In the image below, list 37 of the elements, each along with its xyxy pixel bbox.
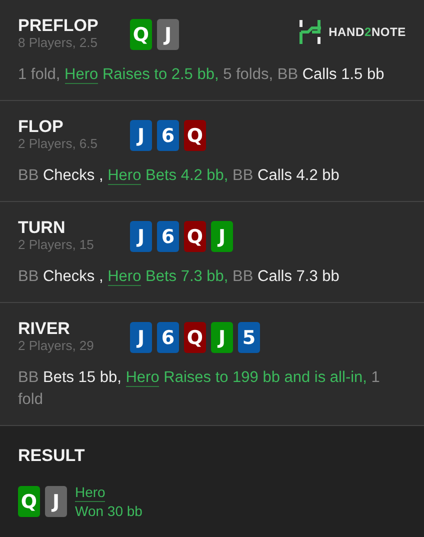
street-subtitle: 2 Players, 6.5 (18, 136, 98, 151)
playing-card: 6 (157, 221, 179, 252)
playing-card: J (130, 120, 152, 151)
playing-card: Q (130, 19, 152, 50)
playing-card: Q (184, 322, 206, 353)
playing-card: J (211, 322, 233, 353)
playing-card: J (130, 322, 152, 353)
player-link[interactable]: Hero (108, 167, 142, 185)
playing-card: 6 (157, 120, 179, 151)
playing-card: 6 (157, 322, 179, 353)
street-title: RIVER (18, 319, 71, 338)
section-title: RESULT (18, 446, 86, 465)
street-subtitle: 8 Players, 2.5 (18, 35, 98, 50)
logo-text: HAND2NOTE (328, 25, 406, 39)
player-link[interactable]: Hero (126, 369, 160, 387)
action-line: BB Checks , Hero Bets 7.3 bb, BB Calls 7.3 bb (18, 267, 340, 288)
action-line: BB Checks , Hero Bets 4.2 bb, BB Calls 4.2 bb (18, 166, 340, 187)
street-subtitle: 2 Players, 15 (18, 237, 95, 252)
player-link[interactable]: Hero (108, 268, 142, 286)
playing-card: J (130, 221, 152, 252)
street-title: TURN (18, 218, 66, 237)
street-title: PREFLOP (18, 16, 100, 35)
playing-card: Q (184, 221, 206, 252)
playing-card: Q (18, 486, 40, 517)
action-line: BB Bets 15 bb, Hero Raises to 199 bb and is all-in, 1 fold (18, 368, 381, 410)
player-link[interactable]: Hero (64, 66, 98, 84)
playing-card: J (157, 19, 179, 50)
player-link[interactable]: Hero (75, 483, 106, 502)
playing-card: Q (184, 120, 206, 151)
action-line: 1 fold, Hero Raises to 2.5 bb, 5 folds, BB Calls 1.5 bb (18, 65, 386, 86)
street-title: FLOP (18, 117, 64, 136)
playing-card: J (45, 486, 67, 517)
playing-card: 5 (238, 322, 260, 353)
playing-card: J (211, 221, 233, 252)
result-text: Won 30 bb (75, 502, 142, 520)
logo-icon (298, 20, 321, 44)
street-subtitle: 2 Players, 29 (18, 338, 95, 353)
